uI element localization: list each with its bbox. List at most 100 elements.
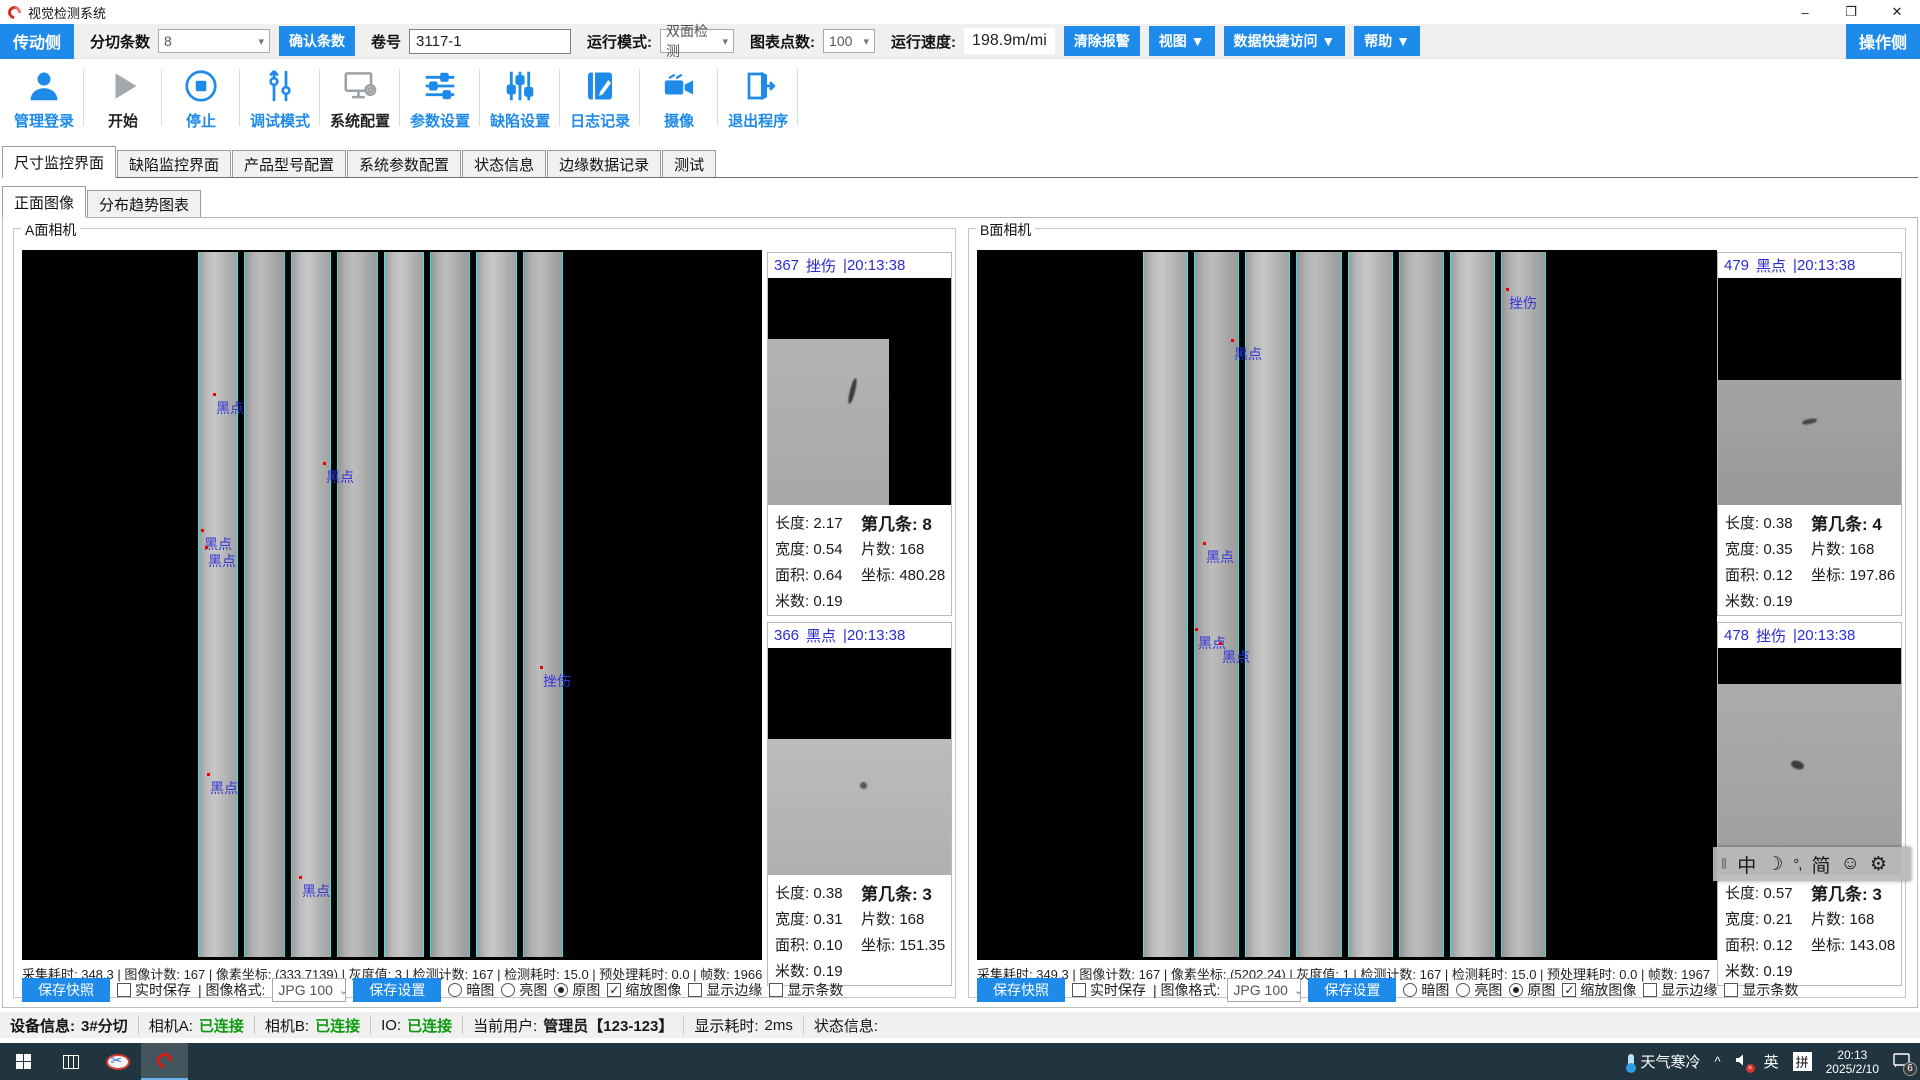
clock[interactable]: 20:13 2025/2/10 xyxy=(1826,1048,1879,1076)
notification-center-button[interactable]: 6 xyxy=(1893,1053,1910,1071)
defect-card[interactable]: 367 挫伤 |20:13:38 长度: 2.17 第几条: 8 宽度: 0.5… xyxy=(767,252,952,616)
view-menu-button[interactable]: 视图 ▼ xyxy=(1149,26,1215,56)
run-mode-select[interactable]: 双面检测 ▾ xyxy=(660,29,734,53)
zoom-image-checkbox[interactable]: ✓ 缩放图像 xyxy=(607,980,681,1000)
defect-type: 挫伤 xyxy=(806,255,836,276)
radio-icon xyxy=(1403,983,1417,997)
realtime-save-checkbox[interactable]: 实时保存 xyxy=(1072,980,1146,1000)
drive-side-button[interactable]: 传动侧 xyxy=(0,24,74,59)
date: 2025/2/10 xyxy=(1826,1062,1879,1076)
log-record-button[interactable]: 日志记录 xyxy=(560,63,640,136)
save-settings-button[interactable]: 保存设置 xyxy=(1308,978,1396,1002)
clear-alarm-button[interactable]: 清除报警 xyxy=(1064,26,1140,56)
run-mode-label: 运行模式: xyxy=(587,31,652,52)
show-strips-checkbox[interactable]: 显示条数 xyxy=(769,980,843,1000)
defect-card[interactable]: 479 黑点 |20:13:38 长度: 0.38 第几条: 4 宽度: 0.3… xyxy=(1717,252,1902,616)
start-button[interactable] xyxy=(0,1043,47,1080)
moon-icon[interactable]: ☽ xyxy=(1766,853,1783,876)
tab-test[interactable]: 测试 xyxy=(662,150,716,177)
task-view-button[interactable] xyxy=(47,1043,94,1080)
bright-image-radio[interactable]: 亮图 xyxy=(501,980,547,1000)
tab-system-param-config[interactable]: 系统参数配置 xyxy=(347,150,461,177)
horizontal-sliders-icon xyxy=(421,65,459,107)
debug-mode-button[interactable]: 调试模式 xyxy=(240,63,320,136)
snipping-tool-button[interactable] xyxy=(94,1043,141,1080)
punctuation-mode-icon[interactable]: °, xyxy=(1793,856,1801,873)
camera-a-controls: 保存快照 实时保存 | 图像格式: JPG 100 ⌄ 保存设置 暗图 亮图 原… xyxy=(22,980,843,1000)
help-menu-button[interactable]: 帮助 ▼ xyxy=(1354,26,1420,56)
restore-button[interactable]: ❐ xyxy=(1828,0,1874,24)
zoom-image-checkbox[interactable]: ✓ 缩放图像 xyxy=(1562,980,1636,1000)
tab-defect-monitor[interactable]: 缺陷监控界面 xyxy=(117,150,231,177)
app-logo-icon xyxy=(154,1050,175,1071)
original-image-radio[interactable]: 原图 xyxy=(554,980,600,1000)
debug-sliders-icon xyxy=(262,65,298,107)
defect-settings-button[interactable]: 缺陷设置 xyxy=(480,63,560,136)
defect-label: 黑点 xyxy=(208,551,236,571)
ime-mode-chinese[interactable]: 中 xyxy=(1737,851,1756,878)
close-button[interactable]: ✕ xyxy=(1874,0,1920,24)
material-strip xyxy=(1501,252,1546,957)
show-edge-checkbox[interactable]: 显示边缘 xyxy=(1643,980,1717,1000)
parameter-settings-button[interactable]: 参数设置 xyxy=(400,63,480,136)
admin-login-button[interactable]: 管理登录 xyxy=(4,63,84,136)
material-strip xyxy=(1399,252,1444,957)
strip-count-select[interactable]: 8 ▾ xyxy=(158,29,270,53)
stop-icon xyxy=(183,65,219,107)
radio-checked-icon xyxy=(1509,983,1523,997)
data-access-menu-button[interactable]: 数据快捷访问 ▼ xyxy=(1224,26,1346,56)
pieces-stat: 片数: 168 xyxy=(861,538,949,559)
radio-icon xyxy=(1456,983,1470,997)
operator-side-button[interactable]: 操作侧 xyxy=(1846,24,1920,59)
system-config-button[interactable]: 系统配置 xyxy=(320,63,400,136)
bright-image-radio[interactable]: 亮图 xyxy=(1456,980,1502,1000)
defect-label: 黑点 xyxy=(326,467,354,487)
save-snapshot-button[interactable]: 保存快照 xyxy=(22,978,110,1002)
defect-card[interactable]: 478 挫伤 |20:13:38 长度: 0.57 第几条: 3 宽度: 0.2… xyxy=(1717,622,1902,986)
stop-button[interactable]: 停止 xyxy=(162,63,240,136)
original-image-radio[interactable]: 原图 xyxy=(1509,980,1555,1000)
tab-product-model-config[interactable]: 产品型号配置 xyxy=(232,150,346,177)
save-snapshot-button[interactable]: 保存快照 xyxy=(977,978,1065,1002)
camera-a-panel: A面相机 黑点黑点黑点黑点黑点黑点挫伤 367 挫伤 |20:13:38 长度:… xyxy=(13,228,956,998)
volume-muted-button[interactable]: × xyxy=(1735,1053,1750,1070)
ime-settings-gear-icon[interactable]: ⚙ xyxy=(1870,853,1887,876)
subtab-distribution-chart[interactable]: 分布趋势图表 xyxy=(87,190,201,217)
chevron-down-icon: ⌄ xyxy=(1288,984,1303,997)
roll-number-input[interactable] xyxy=(409,29,571,54)
tab-size-monitor[interactable]: 尺寸监控界面 xyxy=(2,146,116,178)
ime-indicator[interactable]: 拼 xyxy=(1793,1052,1812,1071)
emoji-icon[interactable]: ☺ xyxy=(1840,853,1859,875)
simplified-chinese-toggle[interactable]: 简 xyxy=(1811,851,1830,878)
checkbox-checked-icon: ✓ xyxy=(607,983,621,997)
exit-program-button[interactable]: 退出程序 xyxy=(718,63,798,136)
image-format-select[interactable]: JPG 100 ⌄ xyxy=(272,978,346,1002)
vision-app-taskbar-button[interactable] xyxy=(141,1043,188,1080)
defect-card[interactable]: 366 黑点 |20:13:38 长度: 0.38 第几条: 3 宽度: 0.3… xyxy=(767,622,952,986)
minimize-button[interactable]: – xyxy=(1782,0,1828,24)
chart-points-select[interactable]: 100 ▾ xyxy=(823,29,875,53)
dark-image-radio[interactable]: 暗图 xyxy=(448,980,494,1000)
defect-label: 黑点 xyxy=(1234,344,1262,364)
log-book-icon xyxy=(582,65,618,107)
drag-grip-icon[interactable]: ‖ xyxy=(1721,856,1727,873)
save-settings-button[interactable]: 保存设置 xyxy=(353,978,441,1002)
hidden-icons-chevron[interactable]: ^ xyxy=(1714,1054,1720,1069)
tab-edge-data-record[interactable]: 边缘数据记录 xyxy=(547,150,661,177)
meters-stat: 米数: 0.19 xyxy=(1725,590,1811,611)
confirm-strips-button[interactable]: 确认条数 xyxy=(279,26,355,56)
language-indicator[interactable]: 英 xyxy=(1764,1051,1779,1072)
subtab-front-image[interactable]: 正面图像 xyxy=(2,186,86,218)
tab-status-info[interactable]: 状态信息 xyxy=(462,150,546,177)
show-edge-checkbox[interactable]: 显示边缘 xyxy=(688,980,762,1000)
show-strips-checkbox[interactable]: 显示条数 xyxy=(1724,980,1798,1000)
image-format-select[interactable]: JPG 100 ⌄ xyxy=(1227,978,1301,1002)
start-button[interactable]: 开始 xyxy=(84,63,162,136)
weather-widget[interactable]: 天气寒冷 xyxy=(1628,1051,1700,1072)
dark-image-radio[interactable]: 暗图 xyxy=(1403,980,1449,1000)
realtime-save-checkbox[interactable]: 实时保存 xyxy=(117,980,191,1000)
capture-button[interactable]: 摄像 xyxy=(640,63,718,136)
taskbar: 天气寒冷 ^ × 英 拼 20:13 2025/2/10 6 xyxy=(0,1043,1920,1080)
mute-badge-icon: × xyxy=(1746,1064,1755,1073)
radio-icon xyxy=(501,983,515,997)
